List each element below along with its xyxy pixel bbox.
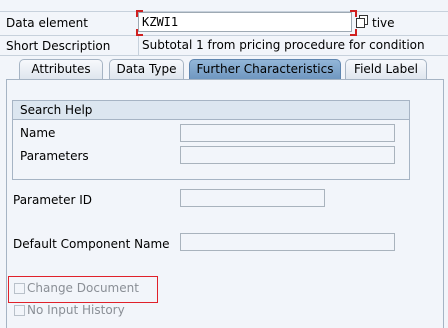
focus-corner-tl (136, 10, 143, 17)
data-element-value: KZWI1 (142, 15, 179, 29)
change-document-checkbox[interactable] (14, 283, 25, 294)
parameter-id-label: Parameter ID (13, 193, 93, 207)
copy-icon[interactable] (356, 15, 368, 28)
status-text: tive (372, 16, 395, 30)
tab-data-type-label: Data Type (116, 62, 177, 76)
no-input-history-checkbox[interactable] (14, 305, 25, 316)
search-help-name-label: Name (20, 126, 56, 140)
data-element-field[interactable]: KZWI1 (138, 12, 352, 32)
short-description-value: Subtotal 1 from pricing procedure for co… (142, 38, 425, 52)
default-component-input[interactable] (180, 233, 395, 251)
data-element-label: Data element (6, 16, 88, 30)
focus-corner-bl (136, 29, 143, 36)
tab-field-label[interactable]: Field Label (345, 59, 427, 79)
tab-attributes-label: Attributes (31, 62, 91, 76)
focus-corner-br (350, 29, 357, 36)
tab-data-type[interactable]: Data Type (109, 59, 184, 79)
short-description-field[interactable]: Subtotal 1 from pricing procedure for co… (138, 36, 448, 55)
change-document-label: Change Document (27, 281, 139, 295)
parameter-id-input[interactable] (180, 189, 325, 207)
row-divider-2 (0, 55, 448, 56)
search-help-parameters-input[interactable] (180, 146, 395, 164)
search-help-parameters-label: Parameters (20, 149, 89, 163)
no-input-history-label: No Input History (27, 303, 125, 317)
tab-further-characteristics[interactable]: Further Characteristics (189, 59, 341, 79)
default-component-label: Default Component Name (13, 237, 170, 251)
tab-field-label-label: Field Label (354, 62, 418, 76)
search-help-title: Search Help (20, 103, 93, 117)
tab-further-characteristics-label: Further Characteristics (196, 62, 334, 76)
tab-attributes[interactable]: Attributes (19, 59, 103, 79)
short-description-label: Short Description (6, 39, 111, 53)
search-help-name-input[interactable] (180, 124, 395, 142)
